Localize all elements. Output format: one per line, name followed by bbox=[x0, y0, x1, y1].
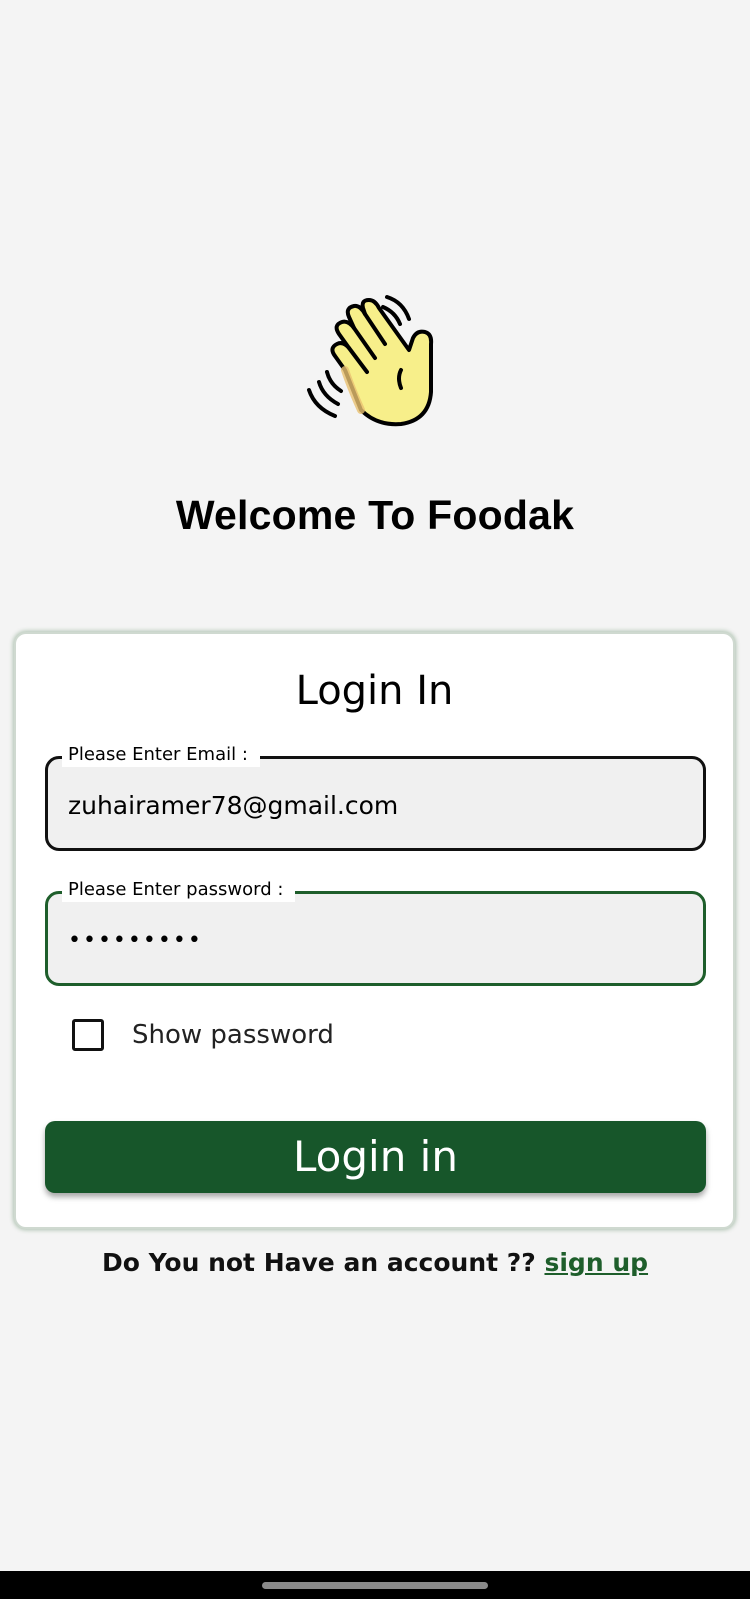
email-field[interactable]: Please Enter Email : zuhairamer78@gmail.… bbox=[45, 743, 706, 851]
system-nav-bar bbox=[0, 1571, 750, 1599]
home-gesture-handle[interactable] bbox=[262, 1582, 488, 1589]
waving-hand-icon bbox=[305, 292, 440, 432]
login-card: Login In Please Enter Email : zuhairamer… bbox=[14, 632, 735, 1229]
show-password-label[interactable]: Show password bbox=[132, 1018, 334, 1052]
signup-prompt-text: Do You not Have an account ?? bbox=[101, 1248, 545, 1277]
show-password-checkbox[interactable] bbox=[72, 1019, 104, 1051]
signup-link[interactable]: sign up bbox=[544, 1248, 648, 1277]
password-field-value[interactable]: ••••••••• bbox=[68, 924, 203, 958]
signup-prompt: Do You not Have an account ?? sign up bbox=[0, 1246, 750, 1280]
card-title: Login In bbox=[295, 668, 454, 714]
password-field-label: Please Enter password : bbox=[62, 878, 296, 902]
password-field[interactable]: Please Enter password : ••••••••• bbox=[45, 878, 706, 986]
welcome-title: Welcome To Foodak bbox=[175, 492, 575, 538]
email-field-label: Please Enter Email : bbox=[62, 743, 260, 767]
login-button[interactable]: Login in bbox=[45, 1121, 706, 1193]
email-field-value[interactable]: zuhairamer78@gmail.com bbox=[68, 789, 398, 823]
